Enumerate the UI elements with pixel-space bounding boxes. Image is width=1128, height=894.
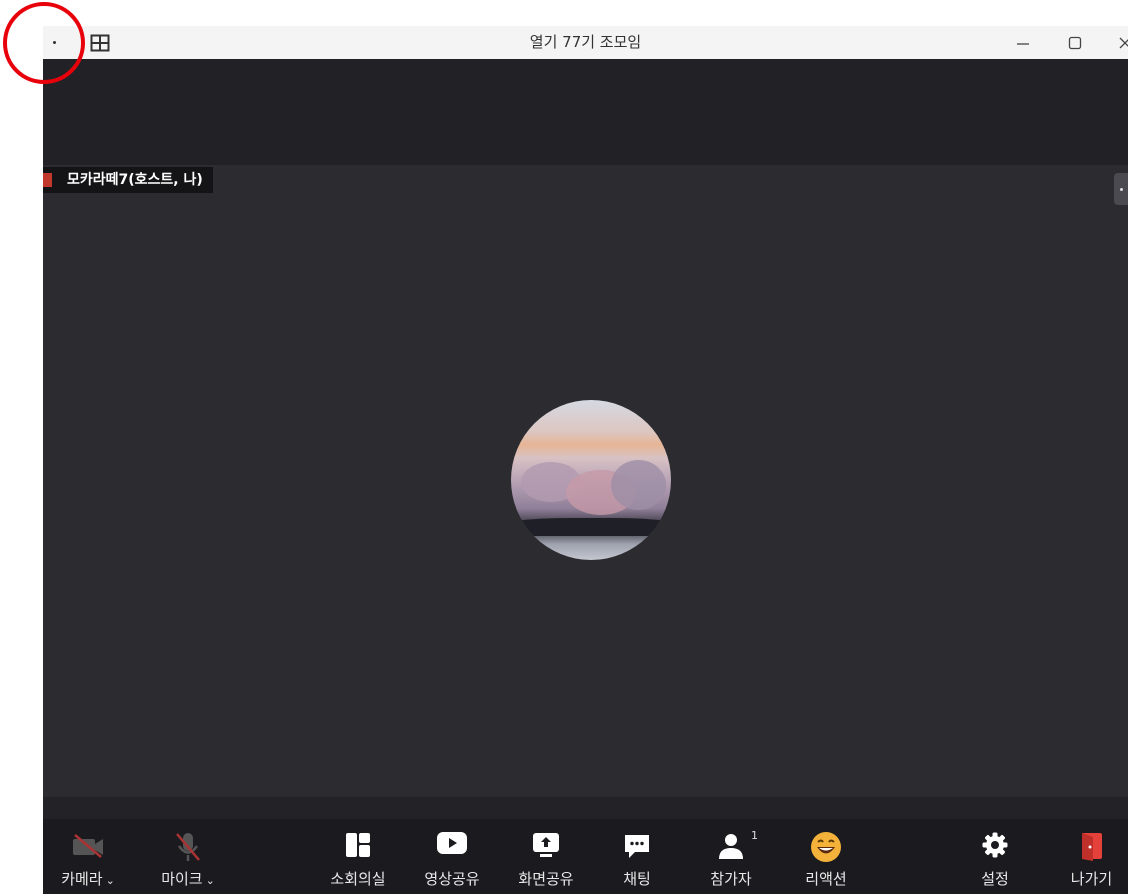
reaction-button[interactable]: 리액션 bbox=[783, 819, 869, 894]
meeting-toolbar: 카메라 ⌄ 마이크 ⌄ 소회의실 영상공유 화면공유 채팅 1 참가자 리액션 … bbox=[43, 819, 1128, 894]
participant-name: 모카라떼7(호스트, 나) bbox=[67, 172, 203, 188]
side-panel-handle[interactable] bbox=[1114, 173, 1128, 205]
microphone-chevron-icon[interactable]: ⌄ bbox=[206, 874, 215, 887]
screen-share-button[interactable]: 화면공유 bbox=[503, 819, 589, 894]
gear-icon bbox=[982, 832, 1008, 858]
settings-label: 설정 bbox=[981, 870, 1009, 888]
minimize-icon bbox=[1017, 42, 1029, 45]
reaction-label: 리액션 bbox=[805, 870, 847, 888]
title-bar: 열기 77기 조모임 bbox=[43, 26, 1128, 59]
bottom-strip bbox=[43, 797, 1128, 819]
screen-share-icon bbox=[533, 833, 559, 857]
participants-label: 참가자 bbox=[710, 870, 752, 888]
chat-label: 채팅 bbox=[623, 870, 651, 888]
video-stage: 모카라떼7(호스트, 나) bbox=[43, 165, 1128, 797]
leave-button[interactable]: 나가기 bbox=[1055, 819, 1128, 894]
leave-label: 나가기 bbox=[1070, 870, 1113, 888]
participant-avatar bbox=[511, 400, 671, 560]
participants-button[interactable]: 1 참가자 bbox=[689, 819, 773, 894]
settings-button[interactable]: 설정 bbox=[955, 819, 1035, 894]
maximize-icon bbox=[1068, 36, 1082, 49]
top-video-strip bbox=[43, 59, 1128, 165]
minimize-button[interactable] bbox=[1009, 26, 1037, 59]
camera-label: 카메라 ⌄ bbox=[61, 870, 115, 888]
meeting-window: 열기 77기 조모임 모카라떼7(호스트, 나) 카메라 ⌄ 마이크 ⌄ 소회의… bbox=[43, 26, 1128, 894]
window-title: 열기 77기 조모임 bbox=[529, 33, 642, 51]
breakout-rooms-label: 소회의실 bbox=[330, 870, 386, 888]
microphone-label: 마이크 ⌄ bbox=[161, 870, 215, 888]
participants-icon bbox=[719, 834, 743, 859]
leave-door-icon bbox=[1081, 833, 1102, 861]
screen-share-label: 화면공유 bbox=[518, 870, 574, 888]
close-button[interactable] bbox=[1111, 26, 1128, 59]
handle-dot-icon bbox=[1119, 187, 1123, 191]
video-share-label: 영상공유 bbox=[424, 870, 480, 888]
camera-off-icon bbox=[73, 834, 103, 858]
camera-button[interactable]: 카메라 ⌄ bbox=[43, 819, 133, 894]
host-badge-icon bbox=[43, 173, 52, 187]
camera-chevron-icon[interactable]: ⌄ bbox=[106, 874, 115, 887]
chat-icon bbox=[625, 835, 649, 858]
laughing-face-icon bbox=[811, 832, 841, 862]
youtube-play-icon bbox=[437, 832, 467, 854]
participants-count: 1 bbox=[751, 829, 758, 842]
chat-button[interactable]: 채팅 bbox=[599, 819, 675, 894]
annotation-circle bbox=[3, 2, 85, 84]
breakout-rooms-button[interactable]: 소회의실 bbox=[315, 819, 401, 894]
maximize-button[interactable] bbox=[1061, 26, 1089, 59]
microphone-off-icon bbox=[176, 833, 200, 861]
participant-name-tag: 모카라떼7(호스트, 나) bbox=[43, 167, 213, 193]
close-icon bbox=[1119, 37, 1128, 48]
microphone-button[interactable]: 마이크 ⌄ bbox=[143, 819, 233, 894]
breakout-rooms-icon bbox=[346, 833, 370, 857]
gallery-view-button[interactable] bbox=[89, 26, 111, 59]
grid-view-icon bbox=[90, 34, 110, 51]
video-share-button[interactable]: 영상공유 bbox=[410, 819, 494, 894]
